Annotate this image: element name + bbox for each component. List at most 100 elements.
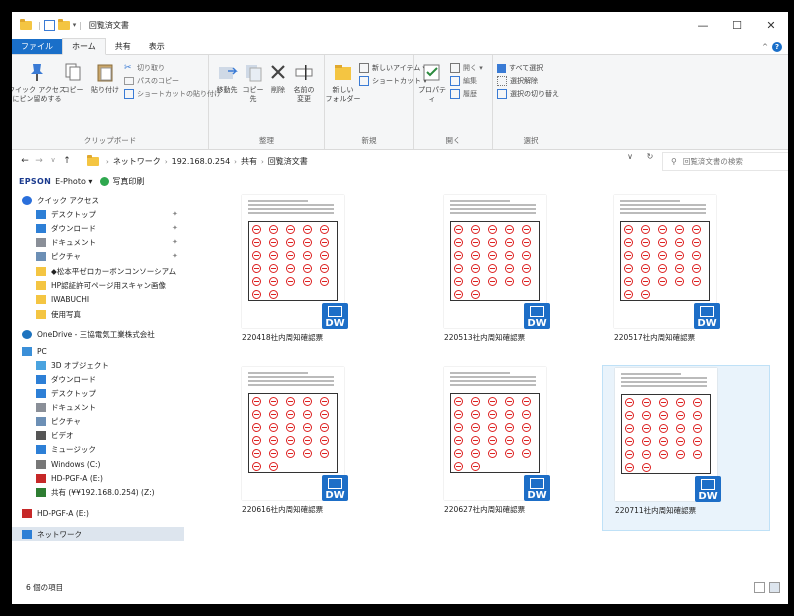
open-group-label: 開く — [445, 136, 461, 145]
approval-stamp — [505, 423, 514, 432]
recent-chevron-icon[interactable]: ∨ — [46, 156, 60, 166]
copy-button[interactable]: コピー — [62, 61, 84, 95]
approval-stamp — [269, 290, 278, 299]
nav-item[interactable]: ◆松本平ゼロカーボンコンソーシアム — [12, 264, 184, 278]
minimize-button[interactable]: — — [686, 12, 720, 38]
new-folder-icon[interactable] — [57, 18, 70, 30]
rename-button[interactable]: 名前の 変更 — [291, 61, 317, 104]
approval-stamp — [286, 423, 295, 432]
edit-button[interactable]: 編集 — [450, 76, 477, 86]
ribbon-help: ^ ? — [762, 42, 782, 52]
open-button[interactable]: 開く ▾ — [450, 63, 483, 73]
photo-print-button[interactable]: 写真印刷 — [112, 176, 144, 187]
cube-icon — [36, 360, 46, 370]
usb-drive-icon — [22, 508, 32, 518]
file-tile[interactable]: DW 220517社内周知確認票 — [602, 193, 770, 359]
nav-item[interactable]: 3D オブジェクト — [12, 358, 184, 372]
tab-view[interactable]: 表示 — [140, 39, 174, 54]
help-icon[interactable]: ? — [772, 42, 782, 52]
select-all-button[interactable]: すべて選択 — [497, 63, 543, 73]
search-box[interactable]: ⚲ 回覧済文書の検索 — [662, 152, 788, 171]
nav-item[interactable]: ドキュメント — [12, 400, 184, 414]
properties-button[interactable]: プロパティ — [418, 61, 446, 104]
approval-stamp — [454, 225, 463, 234]
approval-stamp — [522, 238, 531, 247]
breadcrumb-network[interactable]: ネットワーク — [113, 156, 161, 167]
pin-quick-access-button[interactable]: クイック アクセス にピン留めする — [12, 61, 66, 104]
nav-item[interactable]: ビデオ — [12, 428, 184, 442]
file-tile[interactable]: DW 220627社内周知確認票 — [432, 365, 600, 531]
history-button[interactable]: 履歴 — [450, 89, 477, 99]
folder-icon — [36, 309, 46, 319]
epson-product-menu[interactable]: E-Photo ▾ — [55, 177, 92, 186]
back-arrow-icon[interactable]: ← — [18, 156, 32, 166]
nav-item[interactable]: PC — [12, 344, 184, 358]
nav-item[interactable]: IWABUCHI — [12, 292, 184, 306]
tab-file[interactable]: ファイル — [12, 39, 62, 54]
file-tile[interactable]: DW 220418社内周知確認票 — [230, 193, 398, 359]
delete-button[interactable]: 削除 — [269, 61, 287, 95]
copy-path-button[interactable]: パスのコピー — [124, 76, 179, 86]
invert-selection-button[interactable]: 選択の切り替え — [497, 89, 559, 99]
address-dropdown-icon[interactable]: ∨ — [620, 152, 640, 161]
approval-stamp — [693, 450, 702, 459]
window-title: 回覧済文書 — [88, 20, 129, 30]
ribbon-tabs: ファイル ホーム 共有 表示 — [12, 38, 788, 55]
nav-item[interactable]: デスクトップ — [12, 386, 184, 400]
file-name: 220517社内周知確認票 — [614, 333, 696, 342]
details-view-icon[interactable] — [754, 582, 765, 593]
nav-item[interactable]: ミュージック — [12, 442, 184, 456]
approval-stamp — [624, 251, 633, 260]
nav-item[interactable]: 共有 (¥¥192.168.0.254) (Z:) — [12, 485, 184, 499]
breadcrumb-share[interactable]: 共有 — [241, 156, 257, 167]
approval-stamp — [320, 264, 329, 273]
nav-item[interactable]: ピクチャ — [12, 414, 184, 428]
breadcrumb-ip[interactable]: 192.168.0.254 — [172, 157, 231, 166]
select-none-button[interactable]: 選択解除 — [497, 76, 538, 86]
approval-stamp — [269, 277, 278, 286]
approval-stamp — [522, 423, 531, 432]
cut-button[interactable]: ✂ 切り取り — [124, 63, 165, 73]
nav-item[interactable]: 使用写真 — [12, 307, 184, 321]
nav-item[interactable]: HD-PGF-A (E:) — [12, 506, 184, 520]
breadcrumb-current[interactable]: 回覧済文書 — [268, 156, 308, 167]
chevron-up-icon[interactable]: ^ — [762, 43, 768, 51]
paste-button[interactable]: 貼り付け — [90, 61, 120, 95]
tab-share[interactable]: 共有 — [106, 39, 140, 54]
close-button[interactable]: ✕ — [754, 12, 788, 38]
nav-item[interactable]: デスクトップ ✦ — [12, 207, 184, 221]
paste-shortcut-button[interactable]: ショートカットの貼り付け — [124, 89, 221, 99]
address-box[interactable]: › ネットワーク › 192.168.0.254 › 共有 › 回覧済文書 — [82, 152, 622, 171]
nav-item[interactable]: ドキュメント ✦ — [12, 235, 184, 249]
properties-icon[interactable] — [43, 19, 55, 31]
refresh-icon[interactable]: ↻ — [640, 152, 660, 161]
nav-item[interactable]: ネットワーク — [12, 527, 184, 541]
nav-item[interactable]: HP認証許可ページ用スキャン画像 — [12, 278, 184, 292]
file-tile[interactable]: DW 220616社内周知確認票 — [230, 365, 398, 531]
nav-item[interactable]: クイック アクセス — [12, 193, 184, 207]
approval-stamp — [692, 238, 701, 247]
file-tile[interactable]: DW 220711社内周知確認票 — [602, 365, 770, 531]
maximize-button[interactable]: ☐ — [720, 12, 754, 38]
forward-arrow-icon[interactable]: → — [32, 156, 46, 166]
nav-item[interactable]: Windows (C:) — [12, 457, 184, 471]
document-text-line — [620, 204, 706, 206]
nav-item[interactable]: OneDrive - 三協電気工業株式会社 — [12, 327, 184, 341]
nav-item[interactable]: ピクチャ ✦ — [12, 249, 184, 263]
move-to-button[interactable]: 移動先 — [215, 61, 239, 95]
copy-to-button[interactable]: コピー先 — [241, 61, 265, 104]
approval-stamp — [624, 264, 633, 273]
new-folder-button[interactable]: 新しい フォルダー — [326, 61, 361, 104]
approval-stamp — [692, 251, 701, 260]
tab-home[interactable]: ホーム — [62, 38, 106, 55]
approval-stamp — [488, 423, 497, 432]
up-arrow-icon[interactable]: ↑ — [60, 156, 74, 166]
approval-stamp — [303, 423, 312, 432]
chevron-down-icon[interactable]: ▾ — [73, 21, 77, 29]
nav-item[interactable]: HD-PGF-A (E:) — [12, 471, 184, 485]
nav-item[interactable]: ダウンロード ✦ — [12, 221, 184, 235]
nav-item[interactable]: ダウンロード — [12, 372, 184, 386]
file-tile[interactable]: DW 220513社内周知確認票 — [432, 193, 600, 359]
large-icons-view-icon[interactable] — [769, 582, 780, 593]
approval-stamp — [471, 397, 480, 406]
